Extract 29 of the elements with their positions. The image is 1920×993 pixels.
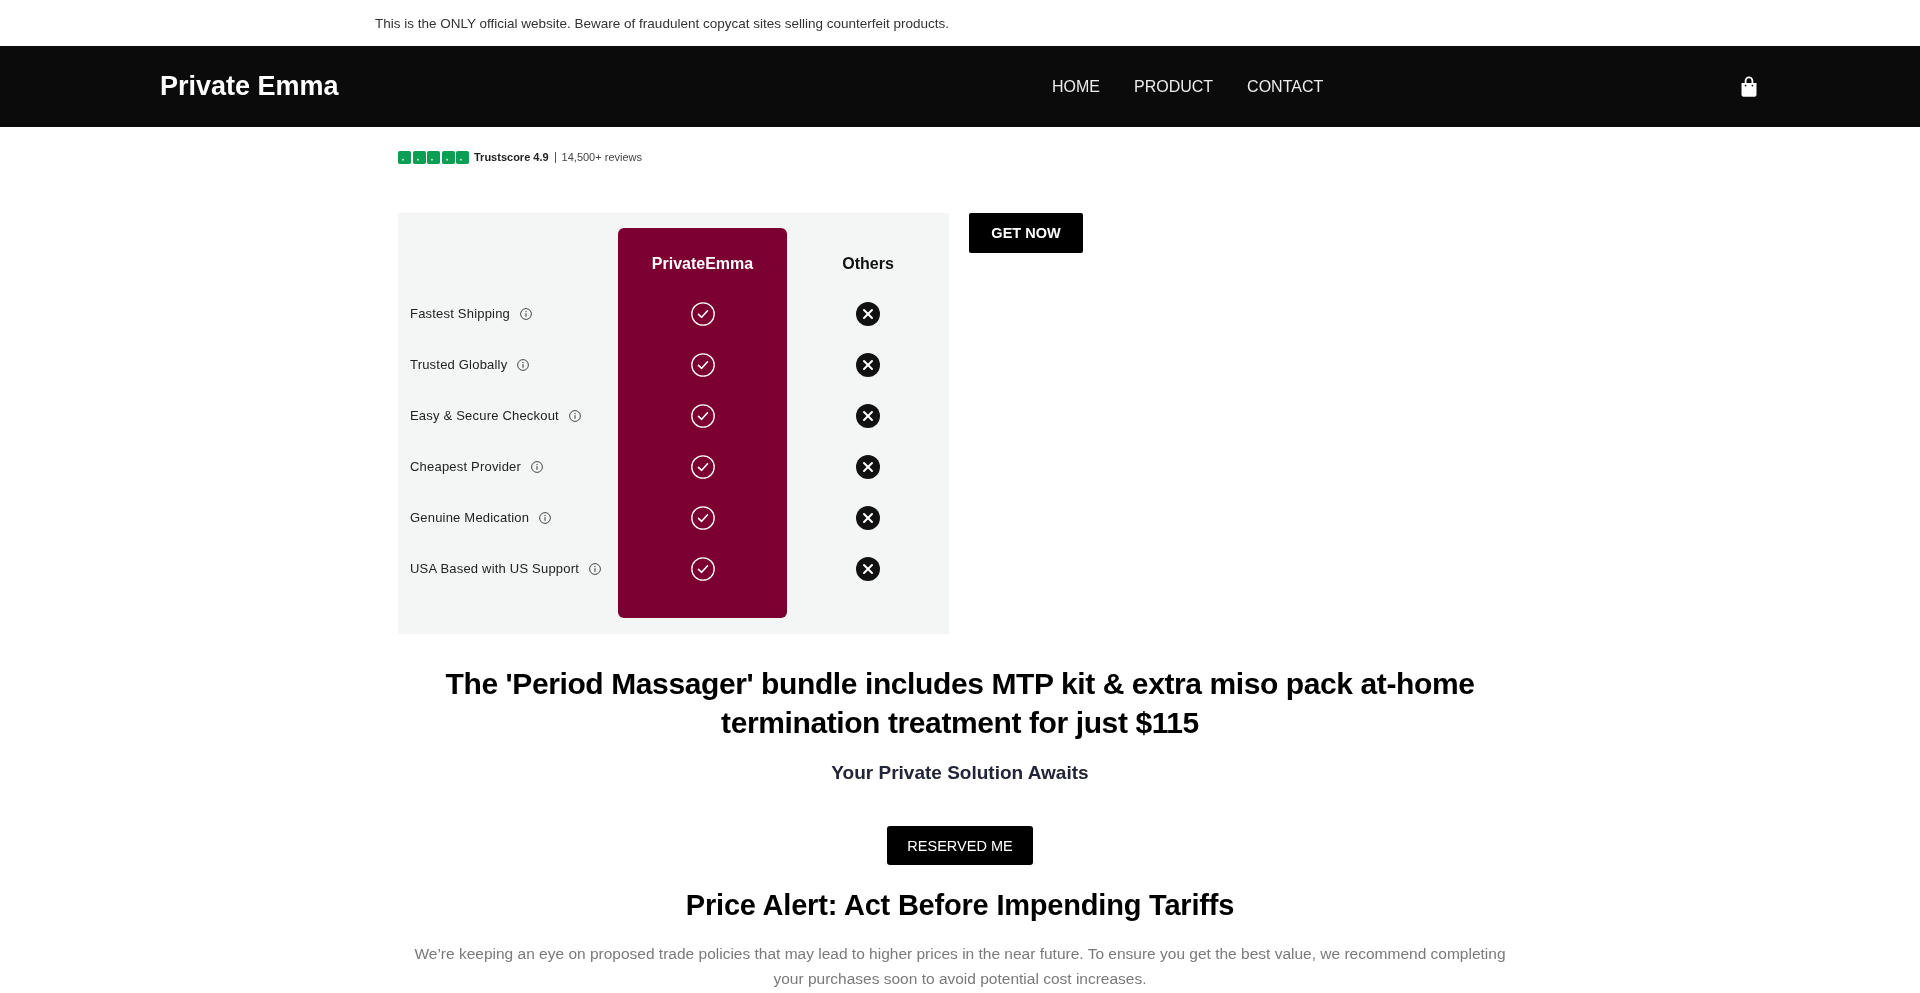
nav-link[interactable]: HOME bbox=[1052, 77, 1100, 96]
info-icon bbox=[531, 460, 544, 473]
shopping-bag-icon bbox=[1740, 76, 1758, 97]
feature-label: Cheapest Provider bbox=[410, 459, 522, 474]
announcement-text: This is the ONLY official website. Beware of fraudulent copycat sites selling counterfeit products. bbox=[375, 15, 950, 31]
nav-link[interactable]: CONTACT bbox=[1247, 77, 1324, 96]
cart-button[interactable] bbox=[1740, 76, 1758, 97]
trust-score: Trustscore 4.9 bbox=[474, 151, 549, 163]
feature-label: Fastest Shipping bbox=[410, 306, 511, 321]
info-icon bbox=[589, 562, 602, 575]
site-logo[interactable]: Private Emma bbox=[160, 71, 339, 102]
price-alert-text: We’re keeping an eye on proposed trade policies that may lead to higher prices in the near future. To ensure you get the best value, we recommend completing your purchases soon to avoid potential cost increases. bbox=[413, 944, 1507, 989]
feature-label: USA Based with US Support bbox=[410, 561, 580, 576]
get-now-button[interactable]: GET NOW bbox=[969, 213, 1083, 253]
feature-label: Easy & Secure Checkout bbox=[410, 408, 559, 423]
info-icon bbox=[517, 358, 530, 371]
nav-link[interactable]: PRODUCT bbox=[1134, 77, 1214, 96]
column-heading: Others bbox=[842, 254, 894, 274]
reserve-button[interactable]: RESERVED ME bbox=[887, 826, 1033, 865]
feature-label: Genuine Medication bbox=[410, 510, 530, 525]
column-heading: PrivateEmma bbox=[651, 254, 754, 274]
info-icon bbox=[520, 307, 533, 320]
info-icon bbox=[539, 511, 552, 524]
feature-label: Trusted Globally bbox=[410, 357, 508, 372]
offer-subheading: Your Private Solution Awaits bbox=[830, 761, 1090, 785]
price-alert-heading: Price Alert: Act Before Impending Tariffs bbox=[684, 888, 1236, 923]
offer-heading: The 'Period Massager' bundle includes MTP kit & extra miso pack at-home termination treatment for just $115 bbox=[444, 666, 1476, 741]
review-count: 14,500+ reviews bbox=[561, 151, 642, 163]
info-icon bbox=[568, 409, 581, 422]
